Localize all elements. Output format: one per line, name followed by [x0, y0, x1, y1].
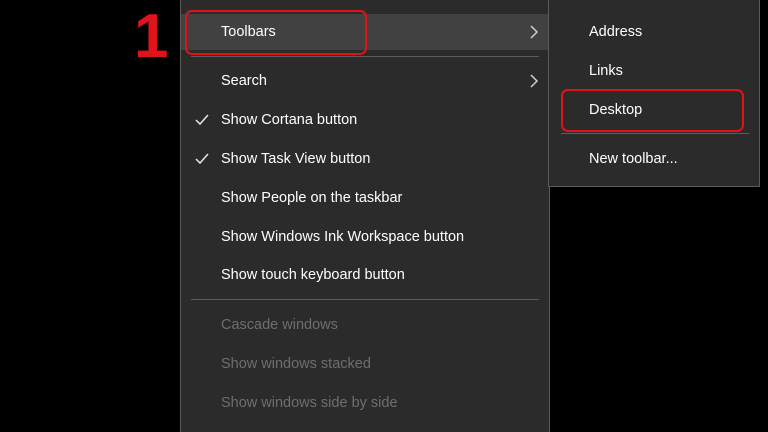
submenu-item-address[interactable]: Address — [549, 14, 759, 50]
menu-item-search[interactable]: Search — [181, 63, 549, 99]
submenu-item-label: Links — [589, 63, 623, 79]
menu-item-label: Search — [221, 73, 267, 89]
menu-item-show-touch-keyboard[interactable]: Show touch keyboard button — [181, 257, 549, 293]
menu-item-label: Show windows side by side — [221, 395, 398, 411]
highlight-box-toolbars — [185, 10, 367, 55]
menu-item-show-windows-ink[interactable]: Show Windows Ink Workspace button — [181, 219, 549, 255]
submenu-item-label: Address — [589, 24, 643, 40]
menu-item-cascade-windows: Cascade windows — [181, 307, 549, 343]
submenu-item-new-toolbar[interactable]: New toolbar... — [549, 141, 759, 177]
submenu-item-links[interactable]: Links — [549, 53, 759, 89]
menu-item-label: Show Cortana button — [221, 112, 358, 128]
menu-item-show-cortana-button[interactable]: Show Cortana button — [181, 102, 549, 138]
menu-item-show-task-view-button[interactable]: Show Task View button — [181, 141, 549, 177]
chevron-right-icon — [527, 63, 541, 99]
submenu-separator — [561, 133, 749, 134]
menu-item-show-people[interactable]: Show People on the taskbar — [181, 180, 549, 216]
check-icon — [193, 141, 211, 177]
menu-item-show-windows-side-by-side: Show windows side by side — [181, 385, 549, 421]
menu-item-label: Show touch keyboard button — [221, 267, 405, 283]
step-1-label: 1 — [134, 2, 169, 71]
menu-item-label: Cascade windows — [221, 317, 338, 333]
taskbar-context-menu: Toolbars Search Show Cortana button Show… — [180, 0, 550, 432]
menu-separator — [191, 56, 539, 57]
submenu-item-label: New toolbar... — [589, 151, 678, 167]
menu-item-label: Show People on the taskbar — [221, 190, 403, 206]
chevron-right-icon — [527, 14, 541, 50]
menu-item-label: Show Task View button — [221, 151, 371, 167]
highlight-box-desktop — [561, 89, 744, 132]
menu-item-label: Show Windows Ink Workspace button — [221, 229, 465, 245]
menu-separator — [191, 299, 539, 300]
menu-item-label: Show windows stacked — [221, 356, 371, 372]
menu-item-show-windows-stacked: Show windows stacked — [181, 346, 549, 382]
check-icon — [193, 102, 211, 138]
